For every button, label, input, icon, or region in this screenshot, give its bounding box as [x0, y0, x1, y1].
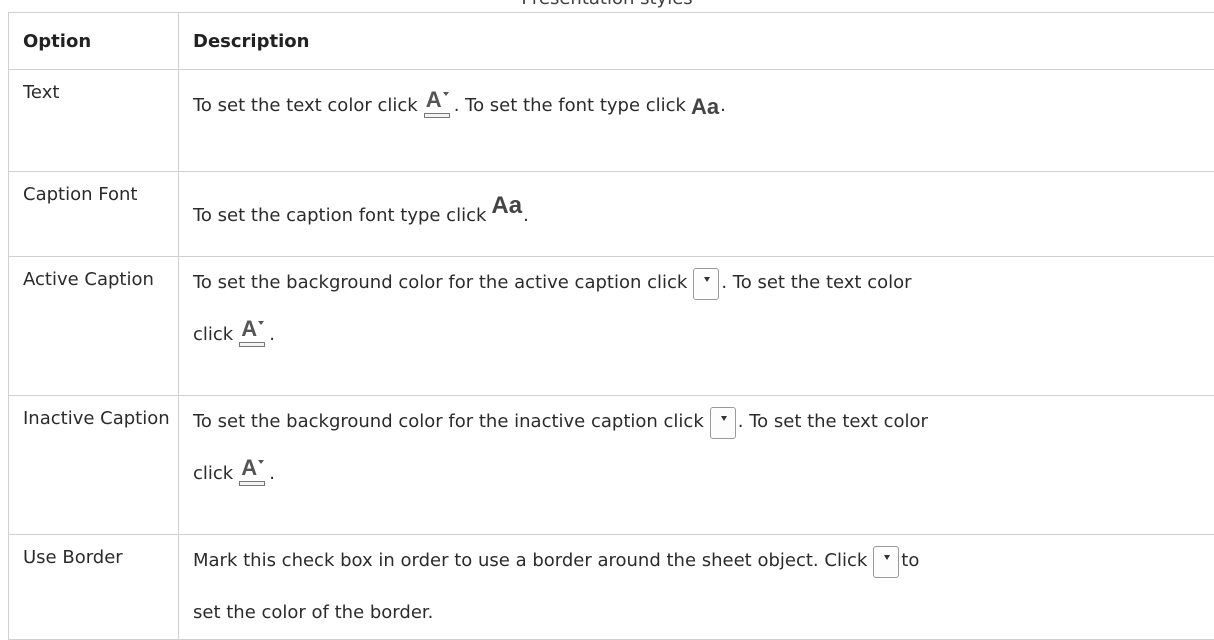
- description-line: To set the background color for the acti…: [193, 257, 1214, 309]
- description-cell: To set the background color for the inac…: [179, 396, 1214, 535]
- header-option: Option: [9, 13, 179, 70]
- font-color-glyph: A: [241, 457, 257, 479]
- description-text: To set the background color for the acti…: [193, 272, 687, 293]
- description-text: .: [523, 205, 529, 226]
- description-line: set the color of the border.: [193, 587, 1214, 639]
- font-type-icon: Aa: [691, 81, 719, 133]
- header-row: Option Description: [9, 13, 1214, 70]
- description-cell: To set the text color click A . To set the…: [179, 70, 1214, 172]
- table-row: Text To set the text color clickA. To se…: [9, 70, 1214, 172]
- font-color-icon: A: [239, 459, 267, 489]
- description-text: . To set the font type click: [454, 95, 686, 116]
- presentation-styles-table: Option Description Text To set the text …: [8, 12, 1214, 640]
- description-line: To set the background color for the inac…: [193, 396, 1214, 448]
- font-color-icon: A: [239, 320, 267, 350]
- description-cell: To set the background color for the acti…: [179, 257, 1214, 396]
- table-caption: Presentation styles: [0, 0, 1214, 10]
- description-text: To set the caption font type click: [193, 205, 486, 226]
- description-text: .: [269, 324, 275, 345]
- font-type-icon: Aa: [491, 180, 522, 232]
- table-row: Use Border Mark this check box in order …: [9, 535, 1214, 640]
- option-cell: Inactive Caption: [9, 396, 179, 535]
- description-text: .: [269, 463, 275, 484]
- font-color-icon: A: [424, 91, 452, 121]
- description-text: . To set the text color: [738, 411, 928, 432]
- description-text: set the color of the border.: [193, 602, 433, 623]
- table-row: Active Caption To set the background col…: [9, 257, 1214, 396]
- color-dropdown-icon: [873, 546, 899, 578]
- description-text: click: [193, 324, 233, 345]
- description-text: to: [901, 550, 919, 571]
- table-row: Inactive Caption To set the background c…: [9, 396, 1214, 535]
- header-description: Description: [179, 13, 1214, 70]
- description-text: Mark this check box in order to use a bo…: [193, 550, 867, 571]
- description-line: click A.: [193, 448, 1214, 500]
- color-dropdown-icon: [710, 407, 736, 439]
- description-text: . To set the text color: [721, 272, 911, 293]
- description-text: .: [720, 95, 726, 116]
- color-dropdown-icon: [693, 268, 719, 300]
- option-cell: Caption Font: [9, 172, 179, 257]
- description-text: click: [193, 463, 233, 484]
- description-line: Mark this check box in order to use a bo…: [193, 535, 1214, 587]
- description-text: To set the text color click: [193, 95, 418, 116]
- description-line: To set the caption font type clickAa.: [193, 180, 1214, 232]
- table-row: Caption Font To set the caption font typ…: [9, 172, 1214, 257]
- font-color-glyph: A: [241, 318, 257, 340]
- option-cell: Active Caption: [9, 257, 179, 396]
- description-cell: To set the caption font type clickAa.: [179, 172, 1214, 257]
- description-cell: Mark this check box in order to use a bo…: [179, 535, 1214, 640]
- description-line: To set the text color click A . To set the…: [193, 80, 1214, 132]
- description-line: click A.: [193, 309, 1214, 361]
- option-cell: Use Border: [9, 535, 179, 640]
- option-cell: Text: [9, 70, 179, 172]
- description-text: To set the background color for the inac…: [193, 411, 704, 432]
- font-color-glyph: A: [426, 89, 442, 111]
